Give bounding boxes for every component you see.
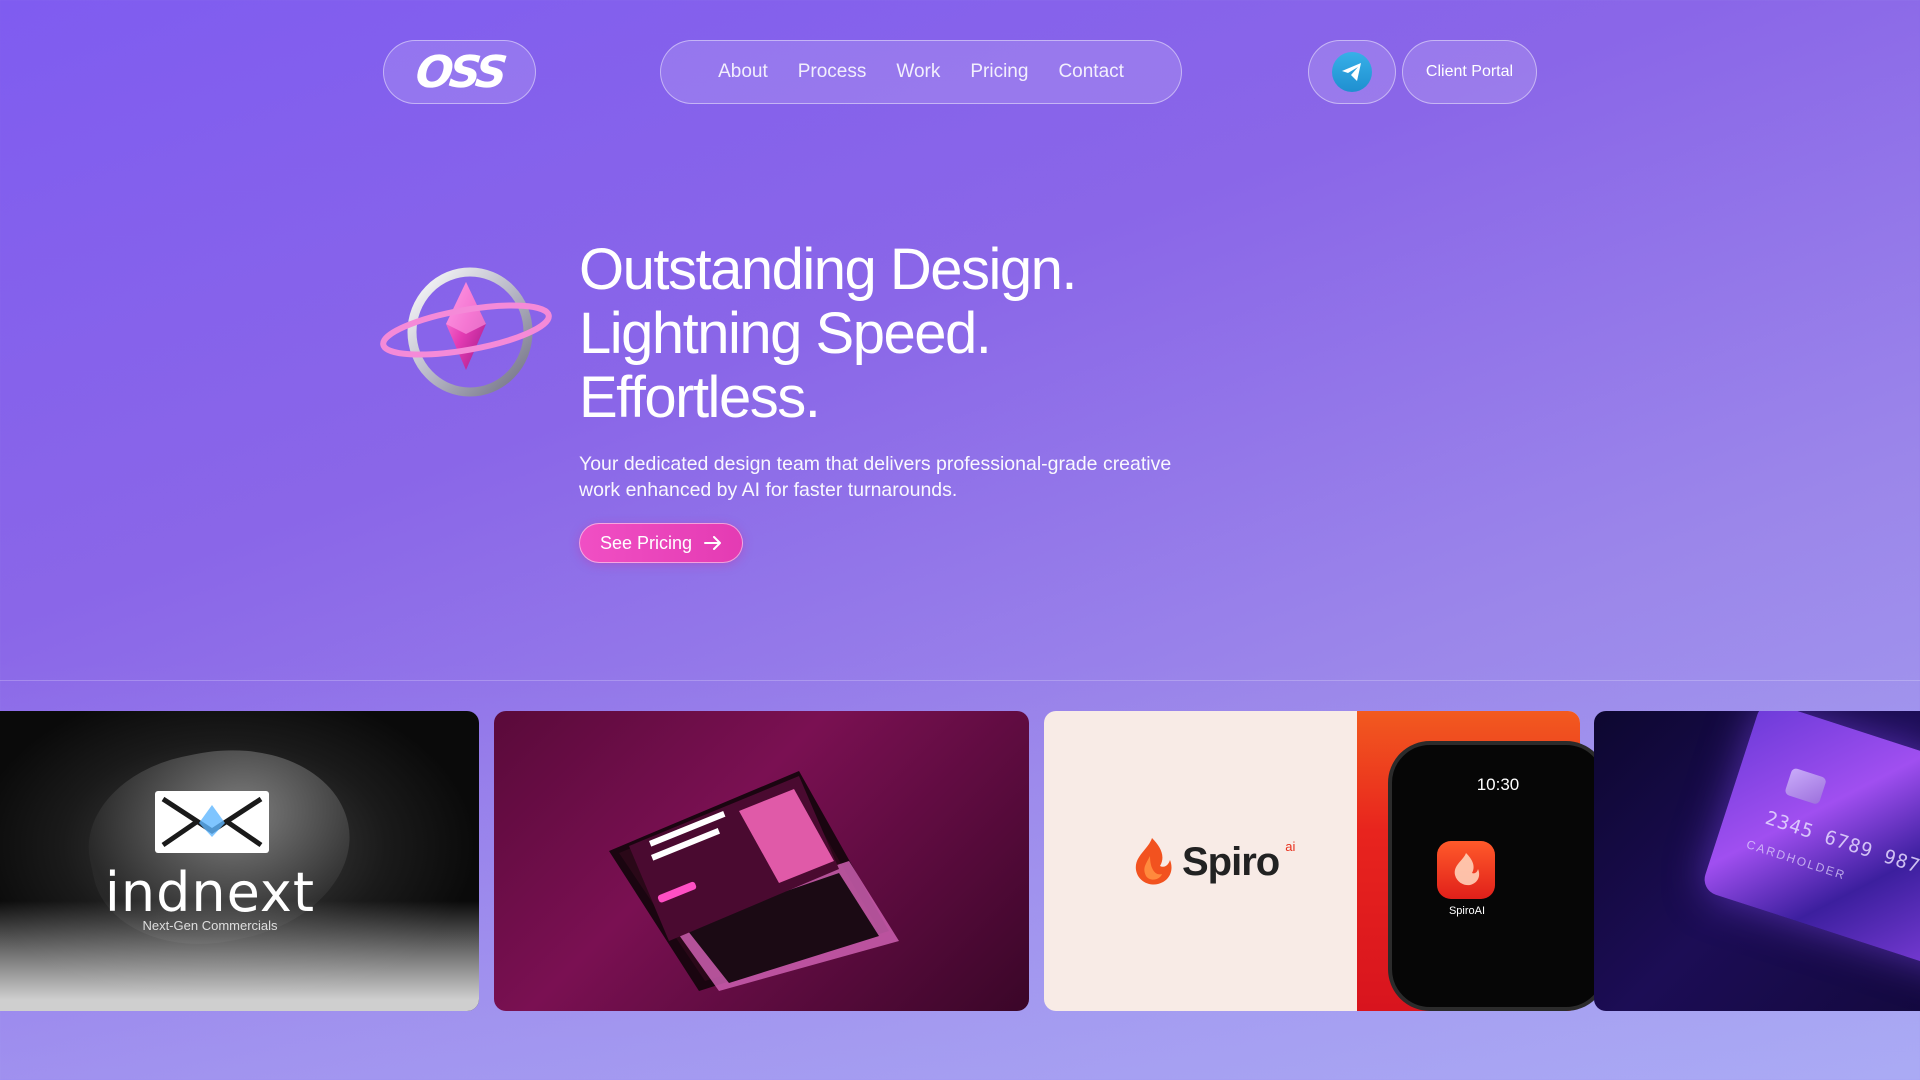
nav-link-process[interactable]: Process bbox=[798, 61, 867, 83]
nav-link-contact[interactable]: Contact bbox=[1058, 61, 1123, 83]
nav-link-work[interactable]: Work bbox=[896, 61, 940, 83]
see-pricing-button[interactable]: See Pricing bbox=[579, 523, 743, 563]
card-chip-icon bbox=[1784, 767, 1828, 806]
indnext-tagline: Next-Gen Commercials bbox=[142, 918, 278, 933]
ethereum-ring-icon bbox=[380, 262, 552, 402]
telegram-icon bbox=[1332, 52, 1372, 92]
headline-line-1: Outstanding Design. bbox=[579, 237, 1078, 302]
logo[interactable]: OSS bbox=[383, 40, 536, 104]
laptop-mockup-image bbox=[609, 771, 899, 991]
main-nav: About Process Work Pricing Contact bbox=[660, 40, 1182, 104]
section-divider bbox=[0, 680, 1920, 681]
phone-mockup: 10:30 SpiroAI bbox=[1388, 741, 1608, 1011]
indnext-wordmark: indnext bbox=[104, 861, 316, 924]
spiro-ai-suffix: ai bbox=[1285, 838, 1296, 854]
client-portal-label: Client Portal bbox=[1425, 63, 1514, 80]
spiro-logo: Spiro ai bbox=[1130, 836, 1295, 888]
hero-subtitle: Your dedicated design team that delivers… bbox=[579, 453, 1172, 501]
envelope-logo-icon bbox=[153, 789, 271, 855]
telegram-button[interactable] bbox=[1308, 40, 1396, 104]
credit-card-image: 2345 6789 9876 CARDHOLDER bbox=[1700, 711, 1920, 983]
spiro-flame-icon bbox=[1135, 838, 1172, 885]
portfolio-card-indnext[interactable]: indnext Next-Gen Commercials bbox=[0, 711, 479, 1011]
client-portal-button[interactable]: Client Portal bbox=[1402, 40, 1537, 104]
portfolio-card-credit[interactable]: 2345 6789 9876 CARDHOLDER bbox=[1594, 711, 1920, 1011]
hero-headline: Outstanding Design. Lightning Speed. Eff… bbox=[579, 237, 1078, 430]
logo-text: OSS bbox=[413, 46, 506, 98]
arrow-right-icon bbox=[704, 536, 722, 550]
spiro-app-label: SpiroAI bbox=[1448, 905, 1486, 917]
nav-link-pricing[interactable]: Pricing bbox=[970, 61, 1028, 83]
headline-line-2: Lightning Speed. bbox=[579, 301, 992, 366]
headline-line-3: Effortless. bbox=[579, 365, 821, 430]
spiro-app-icon bbox=[1437, 841, 1495, 899]
nav-link-about[interactable]: About bbox=[718, 61, 768, 83]
phone-time: 10:30 bbox=[1476, 775, 1520, 794]
spiro-wordmark: Spiro bbox=[1182, 839, 1280, 884]
portfolio-card-media-kit[interactable] bbox=[494, 711, 1029, 1011]
see-pricing-label: See Pricing bbox=[599, 532, 693, 553]
